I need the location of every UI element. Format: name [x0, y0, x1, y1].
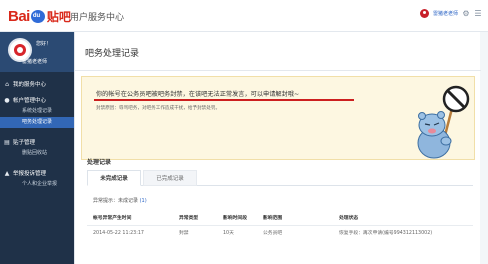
sidebar-item-bar-records[interactable]: 吧务处理记录 — [0, 117, 74, 128]
header-user-name[interactable]: 雷猪老老师 — [433, 10, 458, 17]
post-icon: ▤ — [4, 138, 10, 146]
header-time: 帐号异常产生时间 — [93, 216, 132, 221]
mascot-illustration — [417, 85, 470, 159]
site-name: 用户服务中心 — [70, 13, 125, 23]
main-panel: 吧务处理记录 你的帐号在公务员吧被吧务封禁，在该吧无法正常发言，可以申请解封哦~… — [74, 32, 481, 264]
ban-reason: 封禁原因：辱骂吧务，对吧务工作造成干扰，给予封禁处罚。 — [96, 106, 221, 111]
sidebar-item-post-management[interactable]: ▤ 贴子管理 — [0, 136, 74, 148]
sidebar-item-recycle-bin[interactable]: 删贴回收站 — [0, 148, 74, 159]
top-header: Bai du 贴吧 用户服务中心 雷猪老老师 ⚙ ☰ — [0, 0, 488, 32]
tab-finished[interactable]: 已完成记录 — [143, 170, 197, 186]
user-avatar-icon[interactable] — [419, 9, 429, 18]
sidebar-item-system-records[interactable]: 系统处理记录 — [0, 106, 74, 117]
sidebar-item-label: 帐户管理中心 — [13, 98, 47, 104]
sidebar-item-label: 我的服务中心 — [13, 82, 47, 88]
sidebar-item-account-center[interactable]: ● 帐户管理中心 — [0, 94, 74, 106]
sidebar-item-label: 贴子管理 — [13, 140, 36, 146]
sidebar-item-service-center[interactable]: ⌂ 我的服务中心 — [0, 78, 74, 90]
records-tabs: 未完成记录 已完成记录 — [87, 170, 473, 186]
paw-icon: du — [30, 9, 45, 23]
table-row: 2014-05-22 11:23:17 封禁 10天 公务员吧 恢复手段：再次申… — [87, 226, 473, 242]
page-title: 吧务处理记录 — [85, 49, 140, 59]
header-status: 处理状态 — [339, 216, 359, 221]
red-underline — [94, 99, 354, 101]
bear-ear-left — [418, 112, 426, 120]
ban-message: 你的帐号在公务员吧被吧务封禁，在该吧无法正常发言，可以申请解封哦~ — [96, 91, 300, 98]
bear-paw — [440, 136, 452, 146]
header-scope: 影响范围 — [263, 216, 283, 221]
bear-ear-right — [437, 111, 445, 119]
report-icon: ▲ — [4, 169, 10, 177]
profile-card: 您好！ 雷猪老老师 — [0, 32, 74, 72]
appeal-link[interactable]: 恢复手段：再次申请(编号994312113002) — [339, 226, 432, 242]
cell-type: 封禁 — [179, 231, 189, 236]
cell-time: 2014-05-22 11:23:17 — [93, 231, 144, 236]
baidu-tieba-logo[interactable]: Bai du 贴吧 — [8, 6, 71, 26]
user-area: 雷猪老老师 ⚙ ☰ — [419, 9, 482, 18]
sidebar: 您好！ 雷猪老老师 ⌂ 我的服务中心 ● 帐户管理中心 系统处理记录 吧务处理记… — [0, 32, 74, 264]
greeting: 您好！ — [36, 41, 52, 47]
tab-unfinished[interactable]: 未完成记录 — [87, 170, 141, 186]
sidebar-item-personal-reports[interactable]: 个人和企业举报 — [0, 179, 74, 190]
bear-mouth — [428, 128, 436, 134]
record-hint: 异常提示：未成记录 (1) — [93, 197, 147, 204]
header-type: 异常类型 — [179, 216, 199, 221]
divider — [75, 70, 481, 71]
cell-scope: 公务员吧 — [263, 231, 283, 236]
sidebar-username[interactable]: 雷猪老老师 — [22, 58, 47, 65]
menu-icon[interactable]: ☰ — [474, 9, 482, 18]
logo-text-baidu: Bai — [8, 7, 30, 25]
records-table: 帐号异常产生时间 异常类型 影响时间段 影响范围 处理状态 2014-05-22… — [87, 212, 473, 242]
settings-icon[interactable]: ⚙ — [462, 9, 470, 18]
logo-text-tieba: 贴吧 — [46, 9, 71, 24]
records-section-title: 处理记录 — [87, 159, 112, 166]
home-icon: ⌂ — [5, 80, 9, 88]
logo-paw-text: du — [32, 12, 41, 19]
hint-count[interactable]: (1) — [140, 198, 147, 204]
hint-text: 异常提示：未成记录 — [93, 198, 139, 204]
header-duration: 影响时间段 — [223, 216, 247, 221]
ban-notice: 你的帐号在公务员吧被吧务封禁，在该吧无法正常发言，可以申请解封哦~ 封禁原因：辱… — [81, 76, 475, 160]
sidebar-item-report-management[interactable]: ▲ 举报投诉管理 — [0, 167, 74, 179]
user-icon: ● — [4, 96, 10, 104]
table-header: 帐号异常产生时间 异常类型 影响时间段 影响范围 处理状态 — [87, 212, 473, 226]
cell-duration: 10天 — [223, 231, 234, 236]
sidebar-item-label: 举报投诉管理 — [13, 171, 47, 177]
